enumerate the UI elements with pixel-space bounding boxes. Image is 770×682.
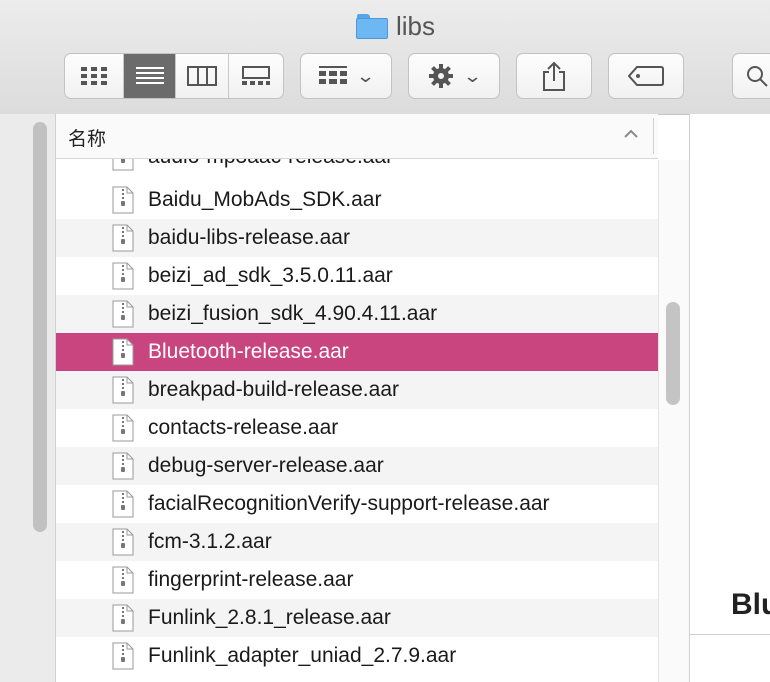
window-title: libs: [356, 10, 435, 42]
file-name: fcm-3.1.2.aar: [148, 530, 272, 553]
gallery-view-button[interactable]: [228, 54, 283, 98]
file-list-scrollbar[interactable]: [666, 302, 680, 405]
gallery-icon: [242, 66, 270, 85]
file-row[interactable]: breakpad-build-release.aar: [56, 371, 658, 409]
list-icon: [135, 67, 164, 84]
zip-file-icon: [112, 376, 134, 404]
file-row[interactable]: Bluetooth-release.aar: [56, 333, 658, 371]
file-list-scrolltrack[interactable]: [658, 160, 689, 682]
preview-pane: Blu: [689, 114, 770, 682]
icon-view-button[interactable]: [65, 54, 123, 98]
file-name: beizi_fusion_sdk_4.90.4.11.aar: [148, 302, 438, 325]
file-row[interactable]: fingerprint-release.aar: [56, 561, 658, 599]
file-row[interactable]: beizi_ad_sdk_3.5.0.11.aar: [56, 257, 658, 295]
action-button[interactable]: ⌄: [408, 53, 500, 99]
search-field[interactable]: [732, 53, 770, 99]
sort-ascending-icon: [624, 129, 638, 138]
folder-icon: [356, 13, 388, 39]
zip-file-icon: [112, 604, 134, 632]
file-name: Baidu_MobAds_SDK.aar: [148, 188, 382, 211]
sidebar-scrollbar[interactable]: [33, 122, 47, 532]
preview-title: Blu: [731, 588, 770, 621]
column-view-button[interactable]: [175, 54, 228, 98]
file-list: audio-mp3aac-release.aar 名称 Baidu_MobAds…: [56, 114, 658, 682]
file-name: contacts-release.aar: [148, 416, 339, 439]
group-button[interactable]: ⌄: [300, 53, 392, 99]
file-name: Funlink_2.8.1_release.aar: [148, 606, 391, 629]
file-row[interactable]: contacts-release.aar: [56, 409, 658, 447]
zip-file-icon: [112, 224, 134, 252]
file-row[interactable]: debug-server-release.aar: [56, 447, 658, 485]
zip-file-icon: [112, 414, 134, 442]
file-name: debug-server-release.aar: [148, 454, 384, 477]
zip-file-icon: [112, 566, 134, 594]
view-mode-control: [64, 53, 284, 99]
column-header-name[interactable]: 名称: [56, 114, 658, 159]
file-name: baidu-libs-release.aar: [148, 226, 350, 249]
file-name: facialRecognitionVerify-support-release.…: [148, 492, 550, 515]
file-row[interactable]: fcm-3.1.2.aar: [56, 523, 658, 561]
zip-file-icon: [112, 490, 134, 518]
file-name: breakpad-build-release.aar: [148, 378, 399, 401]
file-row[interactable]: Funlink_2.8.1_release.aar: [56, 599, 658, 637]
list-view-button[interactable]: [123, 54, 175, 98]
window-toolbar: libs ⌄ ⌄: [0, 0, 770, 115]
share-icon: [543, 61, 565, 91]
zip-file-icon: [112, 300, 134, 328]
sidebar-pane: [0, 114, 56, 682]
file-row[interactable]: facialRecognitionVerify-support-release.…: [56, 485, 658, 523]
preview-divider: [690, 634, 770, 635]
zip-file-icon: [112, 642, 134, 670]
chevron-down-icon: ⌄: [463, 65, 483, 86]
file-name: fingerprint-release.aar: [148, 568, 354, 591]
tag-button[interactable]: [608, 53, 684, 99]
zip-file-icon: [112, 452, 134, 480]
window-title-text: libs: [396, 10, 436, 41]
file-name: beizi_ad_sdk_3.5.0.11.aar: [148, 264, 393, 287]
search-icon: [747, 66, 768, 87]
column-divider[interactable]: [653, 118, 654, 154]
file-name: Funlink_adapter_uniad_2.7.9.aar: [148, 644, 457, 667]
grid-icon: [81, 67, 107, 85]
zip-file-icon: [112, 338, 134, 366]
column-header-label: 名称: [68, 129, 107, 150]
zip-file-icon: [112, 262, 134, 290]
columns-icon: [187, 66, 217, 86]
group-grid-icon: [319, 66, 348, 84]
tag-icon: [628, 66, 664, 86]
file-row[interactable]: Funlink_adapter_uniad_2.7.9.aar: [56, 637, 658, 675]
zip-file-icon: [112, 528, 134, 556]
gear-icon: [429, 64, 454, 88]
share-button[interactable]: [516, 53, 592, 99]
file-row[interactable]: beizi_fusion_sdk_4.90.4.11.aar: [56, 295, 658, 333]
file-row[interactable]: Baidu_MobAds_SDK.aar: [56, 181, 658, 219]
chevron-down-icon: ⌄: [356, 65, 376, 86]
file-row[interactable]: baidu-libs-release.aar: [56, 219, 658, 257]
zip-file-icon: [112, 186, 134, 214]
file-name: Bluetooth-release.aar: [148, 340, 349, 363]
